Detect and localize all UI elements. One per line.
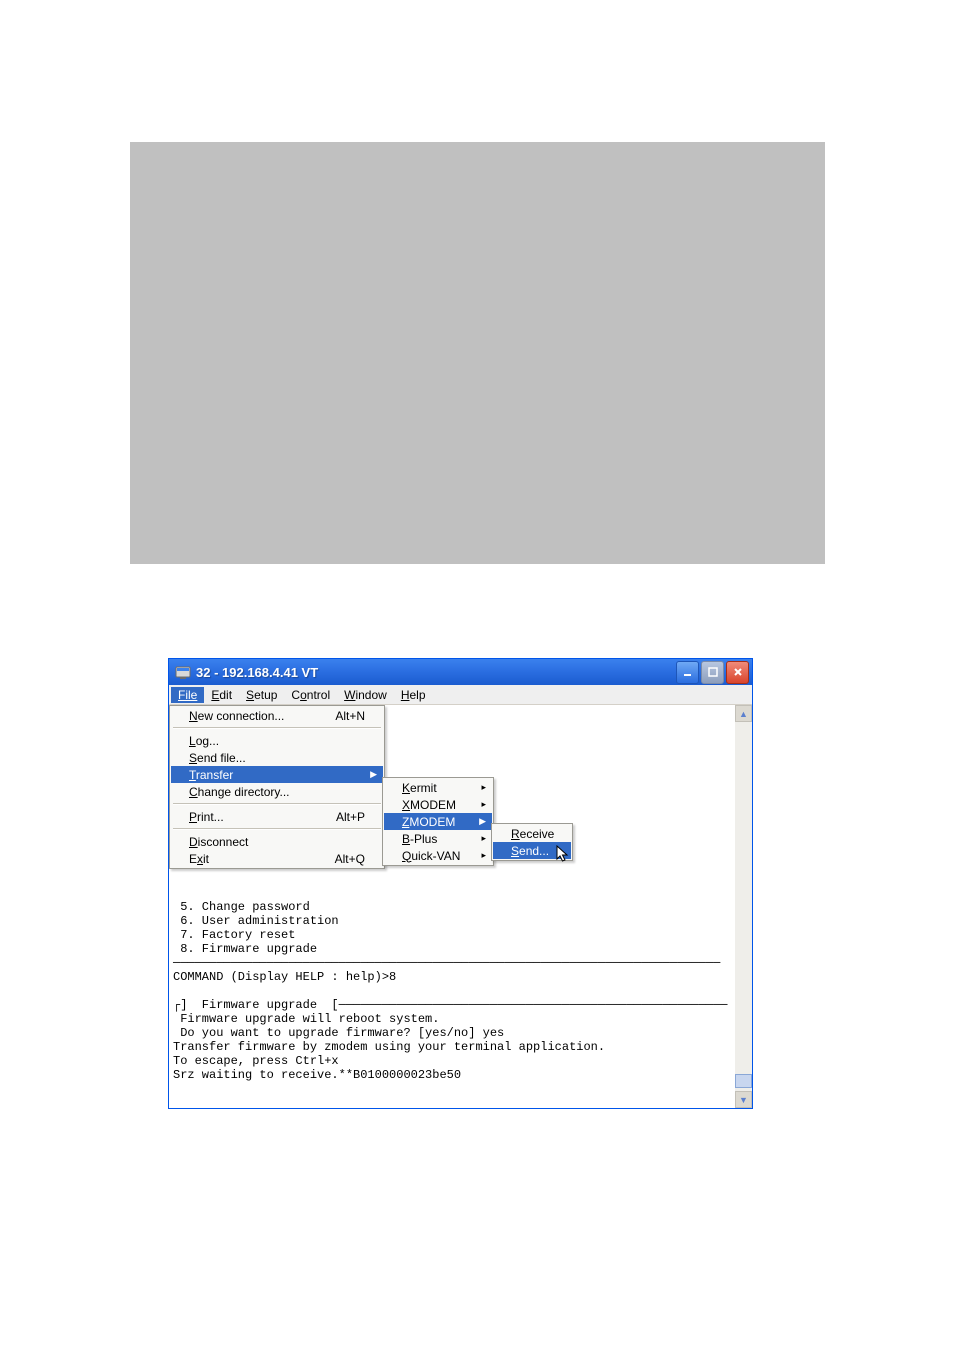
scroll-up-button[interactable]: ▲	[735, 705, 752, 722]
file-dropdown: New connection... Alt+N Log... Send file…	[169, 705, 385, 869]
menu-print[interactable]: Print... Alt+P	[171, 808, 383, 825]
menu-log[interactable]: Log...	[171, 732, 383, 749]
menu-file[interactable]: File	[171, 687, 204, 703]
terminal-output: 5. Change password 6. User administratio…	[173, 900, 732, 1108]
chevron-right-icon: ▸	[481, 799, 486, 810]
chevron-right-icon: ▸	[481, 833, 486, 844]
close-button[interactable]	[726, 661, 749, 684]
separator	[173, 727, 381, 729]
upper-gray-placeholder	[130, 142, 825, 564]
zmodem-submenu: Receive Send...	[491, 823, 573, 861]
menu-edit[interactable]: Edit	[204, 687, 239, 703]
separator	[173, 803, 381, 805]
menu-transfer[interactable]: Transfer ▶	[171, 766, 383, 783]
shortcut-exit: Alt+Q	[335, 852, 365, 866]
chevron-right-icon: ▸	[481, 782, 486, 793]
scroll-down-button[interactable]: ▼	[735, 1091, 752, 1108]
client-area: New connection... Alt+N Log... Send file…	[169, 705, 752, 1108]
vertical-scrollbar[interactable]: ▲ ▼	[735, 705, 752, 1108]
chevron-right-icon: ▶	[370, 769, 377, 780]
window-title: 32 - 192.168.4.41 VT	[196, 665, 676, 680]
terminal-window: 32 - 192.168.4.41 VT File Edit Setup Con…	[168, 658, 753, 1109]
title-bar[interactable]: 32 - 192.168.4.41 VT	[169, 659, 752, 685]
maximize-button[interactable]	[701, 661, 724, 684]
shortcut-new-conn: Alt+N	[335, 709, 365, 723]
menu-setup[interactable]: Setup	[239, 687, 284, 703]
separator	[173, 828, 381, 830]
menu-change-directory[interactable]: Change directory...	[171, 783, 383, 800]
menu-exit[interactable]: Exit Alt+Q	[171, 850, 383, 867]
menu-quickvan[interactable]: Quick-VAN▸	[384, 847, 492, 864]
chevron-right-icon: ▸	[481, 850, 486, 861]
menu-bar: File Edit Setup Control Window Help	[169, 685, 752, 705]
menu-new-connection[interactable]: New connection... Alt+N	[171, 707, 383, 724]
scroll-thumb[interactable]	[735, 1074, 752, 1088]
transfer-submenu: Kermit▸ XMODEM▸ ZMODEM▶ B-Plus▸ Quick-VA…	[382, 777, 494, 866]
menu-bplus[interactable]: B-Plus▸	[384, 830, 492, 847]
menu-xmodem[interactable]: XMODEM▸	[384, 796, 492, 813]
window-controls	[676, 661, 749, 684]
menu-send-file[interactable]: Send file...	[171, 749, 383, 766]
chevron-right-icon: ▶	[479, 816, 486, 827]
app-icon	[175, 664, 191, 680]
menu-help[interactable]: Help	[394, 687, 433, 703]
menu-kermit[interactable]: Kermit▸	[384, 779, 492, 796]
menu-zmodem[interactable]: ZMODEM▶	[384, 813, 492, 830]
menu-control[interactable]: Control	[284, 687, 337, 703]
menu-disconnect[interactable]: Disconnect	[171, 833, 383, 850]
minimize-button[interactable]	[676, 661, 699, 684]
shortcut-print: Alt+P	[336, 810, 365, 824]
menu-zmodem-send[interactable]: Send...	[493, 842, 571, 859]
menu-window[interactable]: Window	[337, 687, 394, 703]
menu-zmodem-receive[interactable]: Receive	[493, 825, 571, 842]
